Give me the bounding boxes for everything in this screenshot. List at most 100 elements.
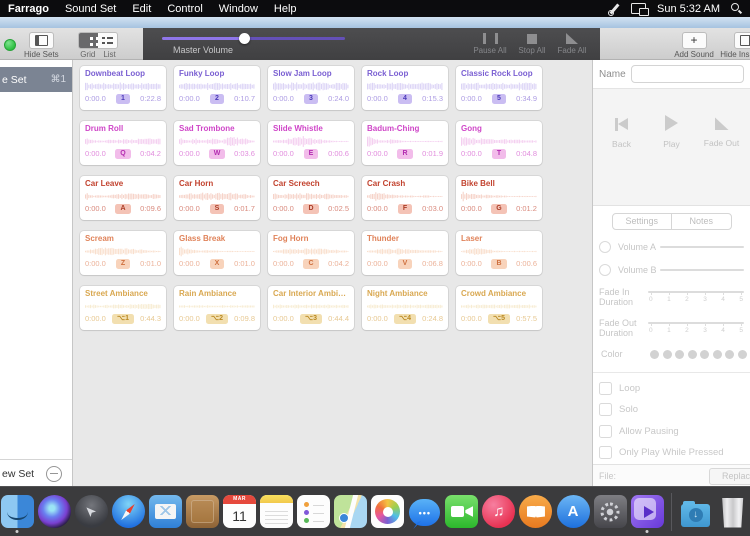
sound-tile[interactable]: Sad Trombone0:00.0W0:03.6 bbox=[174, 121, 260, 165]
pause-all-label: Pause All bbox=[473, 46, 506, 55]
replace-file-button[interactable]: Replace bbox=[709, 468, 750, 485]
dock-downloads-icon[interactable] bbox=[678, 490, 713, 534]
dock-maps-icon[interactable] bbox=[333, 490, 368, 534]
color-swatch[interactable] bbox=[675, 350, 684, 359]
color-swatch[interactable] bbox=[725, 350, 734, 359]
sound-tile[interactable]: Rain Ambiance0:00.0⌥20:09.8 bbox=[174, 286, 260, 330]
back-button[interactable]: Back bbox=[601, 115, 643, 205]
traffic-light-green[interactable] bbox=[4, 39, 16, 51]
sound-tile[interactable]: Car Horn0:00.0S0:01.7 bbox=[174, 176, 260, 220]
volume-a-slider[interactable] bbox=[660, 246, 744, 248]
volume-a-radio[interactable] bbox=[599, 241, 611, 253]
sound-tile[interactable]: Car Screech0:00.0D0:02.5 bbox=[268, 176, 354, 220]
sound-title: Car Screech bbox=[273, 178, 349, 189]
sidebar-item-sound-set[interactable]: e Set ⌘1 bbox=[0, 67, 72, 92]
dock-facetime-icon[interactable] bbox=[445, 490, 480, 534]
tool-menu-extra-icon[interactable] bbox=[608, 3, 620, 15]
sound-tile[interactable]: Street Ambiance0:00.0⌥10:44.3 bbox=[80, 286, 166, 330]
sound-tile[interactable]: Badum-Ching0:00.0R0:01.9 bbox=[362, 121, 448, 165]
menu-app-name[interactable]: Farrago bbox=[8, 3, 49, 15]
menu-window[interactable]: Window bbox=[219, 3, 258, 15]
menu-help[interactable]: Help bbox=[274, 3, 297, 15]
color-swatch[interactable] bbox=[738, 350, 747, 359]
dock-mail-icon[interactable] bbox=[148, 490, 183, 534]
sound-tile[interactable]: Scream0:00.0Z0:01.0 bbox=[80, 231, 166, 275]
spotlight-search-icon[interactable] bbox=[731, 3, 742, 14]
sound-tile[interactable]: Laser0:00.0B0:00.6 bbox=[456, 231, 542, 275]
fade-all-button[interactable]: Fade All bbox=[552, 33, 592, 55]
sound-tile[interactable]: Classic Rock Loop0:00.050:34.9 bbox=[456, 66, 542, 110]
color-swatch[interactable] bbox=[700, 350, 709, 359]
remove-set-button[interactable] bbox=[46, 466, 62, 482]
checkbox[interactable] bbox=[599, 446, 612, 459]
dock-launchpad-icon[interactable] bbox=[74, 490, 109, 534]
master-volume-slider[interactable] bbox=[162, 37, 345, 40]
menu-control[interactable]: Control bbox=[167, 3, 202, 15]
sound-tile[interactable]: Car Interior Ambi…0:00.0⌥30:44.4 bbox=[268, 286, 354, 330]
dock-photos-icon[interactable] bbox=[371, 490, 406, 534]
dock-trash-icon[interactable] bbox=[715, 490, 750, 534]
volume-b-slider[interactable] bbox=[660, 269, 744, 271]
color-swatch[interactable] bbox=[713, 350, 722, 359]
displays-menu-extra-icon[interactable] bbox=[631, 3, 646, 14]
dock-contacts-icon[interactable] bbox=[185, 490, 220, 534]
maps-icon bbox=[334, 495, 367, 528]
dock-farrago-icon[interactable] bbox=[630, 490, 665, 534]
sound-tile[interactable]: Night Ambiance0:00.0⌥40:24.8 bbox=[362, 286, 448, 330]
sound-tile[interactable]: Slide Whistle0:00.0E0:00.6 bbox=[268, 121, 354, 165]
volume-b-radio[interactable] bbox=[599, 264, 611, 276]
dock-messages-icon[interactable]: ••• bbox=[408, 490, 443, 534]
tab-settings[interactable]: Settings bbox=[613, 214, 673, 229]
dock-notes-icon[interactable] bbox=[259, 490, 294, 534]
menu-sound-set[interactable]: Sound Set bbox=[65, 3, 116, 15]
hide-sets-button[interactable]: Hide Sets bbox=[24, 32, 59, 59]
sound-tile[interactable]: Car Leave0:00.0A0:09.6 bbox=[80, 176, 166, 220]
pause-all-button[interactable]: Pause All bbox=[470, 33, 510, 55]
checkbox[interactable] bbox=[599, 382, 612, 395]
color-swatch[interactable] bbox=[663, 350, 672, 359]
dock-itunes-icon[interactable]: ♫ bbox=[482, 490, 517, 534]
key-badge: V bbox=[398, 259, 413, 269]
sound-tile[interactable]: Downbeat Loop0:00.010:22.8 bbox=[80, 66, 166, 110]
menu-clock[interactable]: Sun 5:32 AM bbox=[657, 3, 720, 15]
dock-system-preferences-icon[interactable] bbox=[593, 490, 628, 534]
stop-all-button[interactable]: Stop All bbox=[512, 33, 552, 55]
fade-in-duration-slider[interactable] bbox=[648, 291, 744, 293]
dock-siri-icon[interactable] bbox=[37, 490, 72, 534]
dock-books-icon[interactable] bbox=[519, 490, 554, 534]
dock-app-store-icon[interactable]: A bbox=[556, 490, 591, 534]
master-volume-knob[interactable] bbox=[239, 33, 250, 44]
play-button[interactable]: Play bbox=[651, 115, 693, 205]
sound-tile[interactable]: Rock Loop0:00.040:15.3 bbox=[362, 66, 448, 110]
grid-view-button[interactable] bbox=[79, 33, 98, 48]
add-sound-button[interactable]: + Add Sound bbox=[672, 32, 716, 59]
sound-tile[interactable]: Crowd Ambiance0:00.0⌥50:57.5 bbox=[456, 286, 542, 330]
color-swatch[interactable] bbox=[688, 350, 697, 359]
new-set-button[interactable]: ew Set bbox=[2, 468, 34, 480]
sound-tile[interactable]: Funky Loop0:00.020:10.7 bbox=[174, 66, 260, 110]
menu-edit[interactable]: Edit bbox=[132, 3, 151, 15]
sound-tile[interactable]: Glass Break0:00.0X0:01.0 bbox=[174, 231, 260, 275]
list-view-button[interactable] bbox=[98, 33, 117, 48]
dock-finder-icon[interactable] bbox=[0, 490, 35, 534]
sound-tile[interactable]: Gong0:00.0T0:04.8 bbox=[456, 121, 542, 165]
sound-tile[interactable]: Car Crash0:00.0F0:03.0 bbox=[362, 176, 448, 220]
dock-calendar-icon[interactable]: MAR11 bbox=[222, 490, 257, 534]
window-content: e Set ⌘1 ew Set Downbeat Loop0:00.010:22… bbox=[0, 60, 750, 487]
fade-out-button[interactable]: Fade Out bbox=[701, 115, 743, 205]
sound-tile[interactable]: Drum Roll0:00.0Q0:04.2 bbox=[80, 121, 166, 165]
name-input[interactable] bbox=[631, 65, 744, 83]
sound-tile[interactable]: Bike Bell0:00.0G0:01.2 bbox=[456, 176, 542, 220]
hide-inspector-button[interactable]: Hide Inspector bbox=[718, 32, 750, 59]
dock-safari-icon[interactable] bbox=[111, 490, 146, 534]
fade-out-duration-slider[interactable] bbox=[648, 322, 744, 324]
sound-tile[interactable]: Thunder0:00.0V0:06.8 bbox=[362, 231, 448, 275]
color-swatch[interactable] bbox=[650, 350, 659, 359]
sound-tile[interactable]: Fog Horn0:00.0C0:04.2 bbox=[268, 231, 354, 275]
checkbox[interactable] bbox=[599, 425, 612, 438]
sound-tile[interactable]: Slow Jam Loop0:00.030:24.0 bbox=[268, 66, 354, 110]
dock-reminders-icon[interactable] bbox=[296, 490, 331, 534]
key-badge: 3 bbox=[304, 94, 318, 104]
checkbox[interactable] bbox=[599, 403, 612, 416]
tab-notes[interactable]: Notes bbox=[672, 214, 731, 229]
